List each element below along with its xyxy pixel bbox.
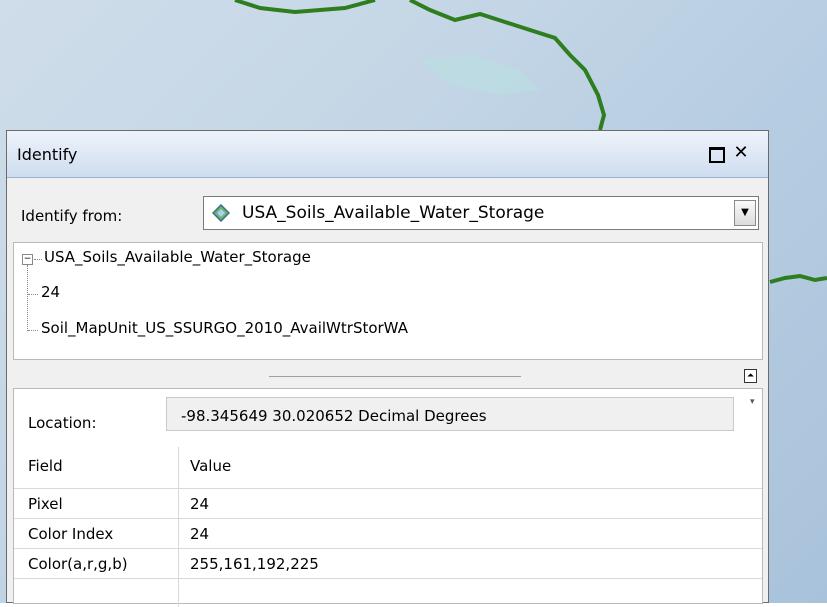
location-label: Location: [28,414,97,432]
location-value: -98.345649 30.020652 Decimal Degrees [181,407,487,425]
maximize-icon[interactable] [707,143,727,163]
identify-from-dropdown[interactable]: USA_Soils_Available_Water_Storage ▼ [203,196,759,230]
table-row[interactable]: Color Index 24 [14,519,762,549]
tree-item-feature[interactable]: 24 [41,283,60,301]
column-header-field[interactable]: Field [28,457,63,475]
row-field: Pixel [28,495,63,513]
raster-layer-icon [212,204,230,222]
tree-root-layer[interactable]: USA_Soils_Available_Water_Storage [44,248,311,266]
row-field: Color(a,r,g,b) [28,555,128,573]
details-pane: Location: -98.345649 30.020652 Decimal D… [13,388,763,607]
column-divider[interactable] [178,447,179,607]
river-line-1 [234,0,376,15]
dropdown-arrow-icon[interactable]: ▼ [734,200,756,226]
selected-layer: USA_Soils_Available_Water_Storage [242,203,545,223]
identify-from-label: Identify from: [21,207,123,225]
column-header-value[interactable]: Value [190,457,231,475]
location-field[interactable]: -98.345649 30.020652 Decimal Degrees [166,397,734,431]
window-title: Identify [17,145,78,164]
location-options-icon[interactable]: ▾ [750,397,755,407]
table-row[interactable]: Pixel 24 [14,489,762,519]
tree-item-table[interactable]: Soil_MapUnit_US_SSURGO_2010_AvailWtrStor… [41,319,408,337]
row-value: 255,161,192,225 [190,555,319,573]
collapse-icon[interactable]: − [22,254,33,265]
close-icon[interactable]: ✕ [731,143,751,163]
table-header-row: Field Value [14,447,762,489]
collapse-up-icon[interactable]: ⏶ [744,369,757,383]
row-field: Color Index [28,525,114,543]
table-row[interactable]: Color(a,r,g,b) 255,161,192,225 [14,549,762,579]
lake-shape [420,55,540,95]
title-bar[interactable]: Identify ✕ [7,131,768,178]
row-value: 24 [190,495,210,513]
results-tree: − USA_Soils_Available_Water_Storage 24 S… [13,242,763,360]
river-line-3 [769,273,827,284]
pane-splitter[interactable] [269,376,521,377]
identify-window: Identify ✕ Identify from: USA_Soils_Avai… [6,130,769,607]
row-value: 24 [190,525,210,543]
